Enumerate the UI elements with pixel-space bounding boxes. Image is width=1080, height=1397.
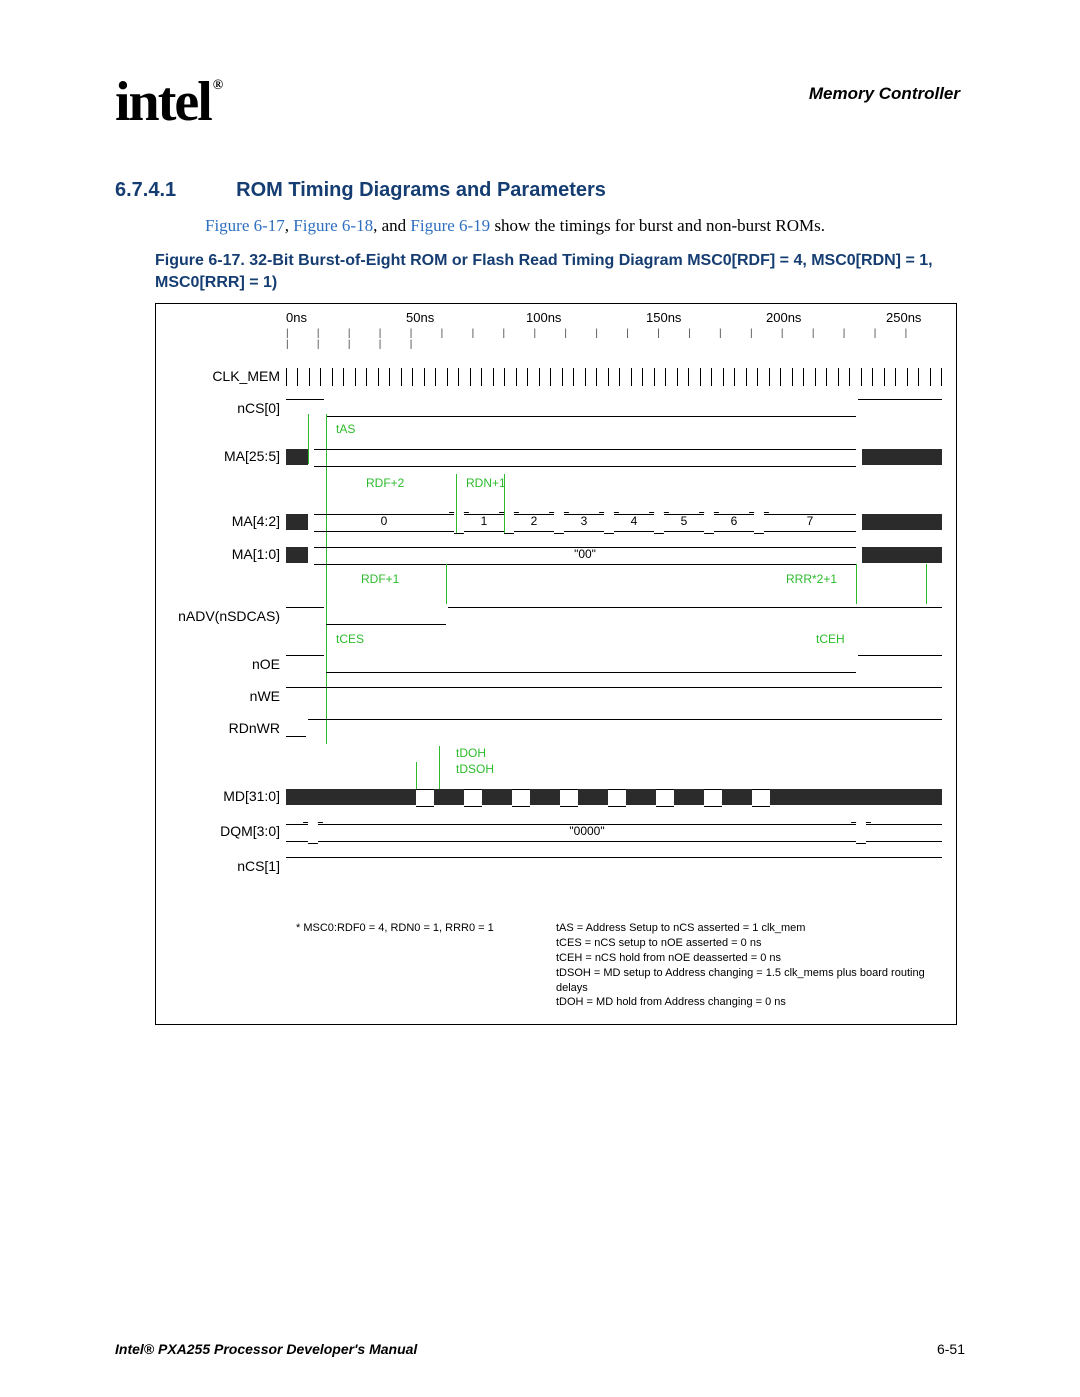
header-chapter: Memory Controller xyxy=(809,84,960,104)
ann-rdf2: RDF+2 xyxy=(366,476,404,490)
fig-link-6-17[interactable]: Figure 6-17 xyxy=(205,216,285,235)
signal-md: MD[31:0] xyxy=(156,784,942,812)
intro-paragraph: Figure 6-17, Figure 6-18, and Figure 6-1… xyxy=(205,216,965,236)
ann-rrr: RRR*2+1 xyxy=(786,572,837,586)
section-number: 6.7.4.1ROM Timing Diagrams and Parameter… xyxy=(115,179,965,202)
fig-link-6-19[interactable]: Figure 6-19 xyxy=(410,216,490,235)
manual-title: Intel® PXA255 Processor Developer's Manu… xyxy=(115,1341,417,1357)
timing-diagram: 0ns 50ns 100ns 150ns 200ns 250ns | | | |… xyxy=(155,303,957,1025)
ann-tceh: tCEH xyxy=(816,632,845,646)
time-scale: 0ns 50ns 100ns 150ns 200ns 250ns xyxy=(286,310,942,324)
figure-caption: Figure 6-17. 32-Bit Burst-of-Eight ROM o… xyxy=(155,250,965,293)
page-footer: 6-51 Intel® PXA255 Processor Developer's… xyxy=(115,1341,965,1357)
page-number: 6-51 xyxy=(937,1341,965,1357)
signal-ncs0: nCS[0] xyxy=(156,396,942,424)
tick-marks: | | | | | | | | | | | | | | | | | | | | … xyxy=(286,328,942,342)
signal-ncs1: nCS[1] xyxy=(156,854,942,882)
section-title: ROM Timing Diagrams and Parameters xyxy=(236,179,606,201)
signal-ma4-2: MA[4:2] 0 1 2 3 4 5 6 7 xyxy=(156,509,942,537)
signal-nadv: nADV(nSDCAS) xyxy=(156,604,942,632)
signal-rdnwr: RDnWR xyxy=(156,716,942,744)
signal-ma25-5: MA[25:5] xyxy=(156,444,942,472)
signal-ma1-0: MA[1:0] "00" xyxy=(156,542,942,570)
ann-tas: tAS xyxy=(336,422,355,436)
signal-nwe: nWE xyxy=(156,684,942,712)
signal-noe: nOE xyxy=(156,652,942,680)
ann-rdn1: RDN+1 xyxy=(466,476,506,490)
figure-notes: * MSC0:RDF0 = 4, RDN0 = 1, RRR0 = 1 tAS … xyxy=(296,921,936,1010)
signal-clk-mem: CLK_MEM xyxy=(156,364,942,392)
ann-tdoh: tDOH xyxy=(456,746,486,760)
ann-tces: tCES xyxy=(336,632,364,646)
signal-dqm: DQM[3:0] "0000" xyxy=(156,819,942,847)
ann-rdf1: RDF+1 xyxy=(361,572,399,586)
ann-tdsoh: tDSOH xyxy=(456,762,494,776)
fig-link-6-18[interactable]: Figure 6-18 xyxy=(293,216,373,235)
